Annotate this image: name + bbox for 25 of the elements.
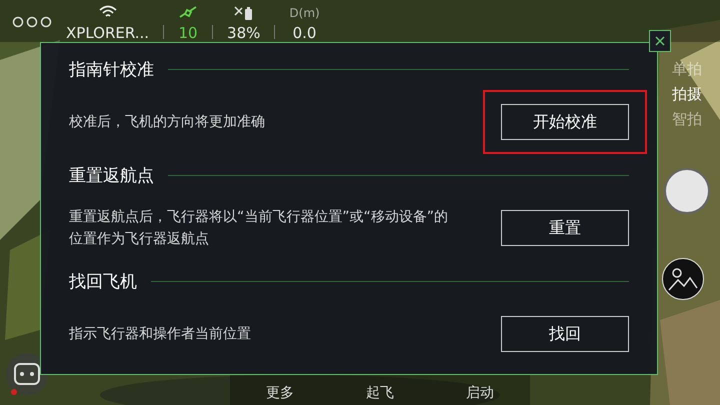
drone-battery-icon [234, 5, 254, 21]
action-button[interactable]: 更多 [230, 375, 330, 405]
section-title: 重置返航点 [69, 164, 154, 186]
wifi-icon [98, 5, 117, 19]
action-button[interactable]: 起飞 [330, 375, 430, 405]
close-icon [655, 36, 665, 46]
battery-level: 38% [227, 25, 260, 42]
distance-value: 0.0 [292, 25, 316, 42]
action-button[interactable]: 重置 [501, 210, 629, 246]
section-description: 校准后，飞机的方向将更加准确 [69, 113, 265, 132]
section-title: 指南针校准 [69, 58, 154, 80]
satellite-count: 10 [178, 25, 198, 42]
action-button[interactable]: 找回 [501, 316, 629, 352]
section-description: 指示飞行器和操作者当前位置 [69, 325, 251, 344]
action-button[interactable]: 开始校准 [501, 104, 629, 140]
distance-label: D(m) [289, 5, 320, 22]
more-icon[interactable] [12, 16, 52, 28]
action-button[interactable]: 启动 [430, 375, 530, 405]
image-icon [668, 266, 698, 292]
network-name: XPLORER... [66, 25, 150, 42]
section-description: 重置返航点后，飞行器将以“当前飞行器位置”或“移动设备”的位置作为飞行器返航点 [69, 208, 449, 249]
close-button[interactable] [649, 30, 671, 52]
satellite-icon [178, 5, 198, 19]
section-title: 找回飞机 [69, 270, 137, 292]
mode-option[interactable]: 拍摄 [672, 85, 702, 104]
